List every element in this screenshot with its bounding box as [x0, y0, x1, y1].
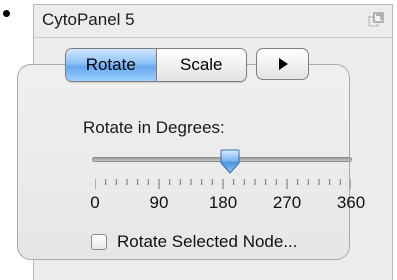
slider-ticks [95, 179, 351, 189]
list-bullet [3, 10, 10, 17]
tick-label: 180 [208, 193, 238, 212]
rotate-slider-thumb[interactable] [219, 149, 241, 175]
tick-label: 0 [90, 193, 100, 212]
slider-tick-labels: 0 90 180 270 360 [90, 193, 365, 215]
rotate-selected-checkbox[interactable] [91, 234, 107, 250]
tick-label: 270 [272, 193, 302, 212]
tab-scale[interactable]: Scale [156, 49, 246, 81]
float-window-icon[interactable] [368, 12, 384, 28]
play-button[interactable] [256, 48, 309, 80]
panel-title: CytoPanel 5 [42, 10, 135, 29]
tab-rotate[interactable]: Rotate [66, 49, 156, 81]
mode-segmented-control: Rotate Scale [65, 48, 247, 82]
rotate-selected-label[interactable]: Rotate Selected Node... [117, 232, 298, 252]
tick-label: 360 [336, 193, 366, 212]
panel-header: CytoPanel 5 [34, 5, 392, 38]
play-triangle-icon [278, 58, 288, 70]
rotate-scale-groupbox [17, 64, 350, 260]
tick-label: 90 [149, 193, 169, 212]
rotate-degrees-label: Rotate in Degrees: [83, 118, 225, 137]
